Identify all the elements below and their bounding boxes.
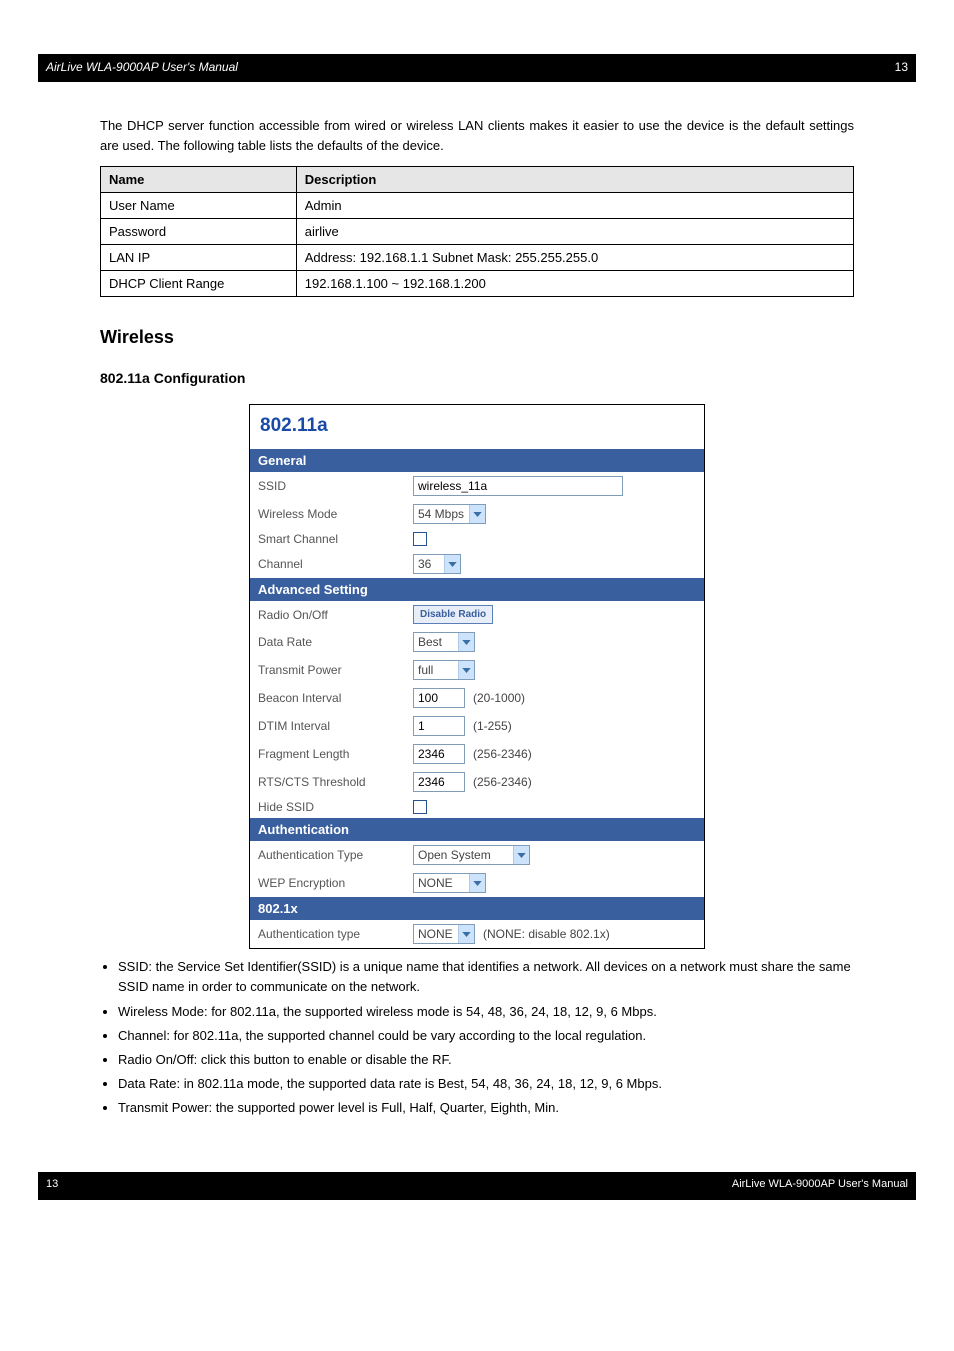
- txpower-label: Transmit Power: [258, 663, 413, 677]
- datarate-label: Data Rate: [258, 635, 413, 649]
- smartchan-label: Smart Channel: [258, 532, 413, 546]
- section-8021x: 802.1x: [250, 897, 704, 920]
- disable-radio-button[interactable]: Disable Radio: [413, 605, 493, 624]
- section-auth: Authentication: [250, 818, 704, 841]
- list-item: Channel: for 802.11a, the supported chan…: [118, 1026, 854, 1046]
- wep-select[interactable]: NONE: [413, 873, 486, 893]
- channel-label: Channel: [258, 557, 413, 571]
- intro-paragraph: The DHCP server function accessible from…: [100, 116, 854, 156]
- wep-label: WEP Encryption: [258, 876, 413, 890]
- chevron-down-icon: [513, 846, 529, 864]
- mode-select[interactable]: 54 Mbps: [413, 504, 486, 524]
- list-item: SSID: the Service Set Identifier(SSID) i…: [118, 957, 854, 997]
- hidessid-checkbox[interactable]: [413, 800, 427, 814]
- ssid-label: SSID: [258, 479, 413, 493]
- beacon-note: (20-1000): [473, 691, 525, 705]
- frag-label: Fragment Length: [258, 747, 413, 761]
- chevron-down-icon: [458, 633, 474, 651]
- rts-input[interactable]: [413, 772, 465, 792]
- txpower-select[interactable]: full: [413, 660, 475, 680]
- dot1x-authtype-label: Authentication type: [258, 927, 413, 941]
- authtype-select[interactable]: Open System: [413, 845, 530, 865]
- panel-title: 802.11a: [250, 405, 704, 449]
- dot1x-authtype-note: (NONE: disable 802.1x): [483, 927, 610, 941]
- datarate-select[interactable]: Best: [413, 632, 475, 652]
- heading-wireless: Wireless: [100, 327, 854, 348]
- dot1x-authtype-select[interactable]: NONE: [413, 924, 475, 944]
- list-item: Data Rate: in 802.11a mode, the supporte…: [118, 1074, 854, 1094]
- table-header-desc: Description: [296, 167, 853, 193]
- list-item: Radio On/Off: click this button to enabl…: [118, 1050, 854, 1070]
- table-row: Password airlive: [101, 219, 854, 245]
- chevron-down-icon: [458, 661, 474, 679]
- radio-label: Radio On/Off: [258, 608, 413, 622]
- rts-label: RTS/CTS Threshold: [258, 775, 413, 789]
- section-general: General: [250, 449, 704, 472]
- table-header-name: Name: [101, 167, 297, 193]
- table-row: User Name Admin: [101, 193, 854, 219]
- bottombar-left: 13: [46, 1178, 58, 1190]
- chevron-down-icon: [469, 874, 485, 892]
- frag-input[interactable]: [413, 744, 465, 764]
- mode-label: Wireless Mode: [258, 507, 413, 521]
- beacon-label: Beacon Interval: [258, 691, 413, 705]
- channel-select[interactable]: 36: [413, 554, 461, 574]
- smartchan-checkbox[interactable]: [413, 532, 427, 546]
- rts-note: (256-2346): [473, 775, 532, 789]
- ssid-input[interactable]: [413, 476, 623, 496]
- chevron-down-icon: [469, 505, 485, 523]
- dtim-label: DTIM Interval: [258, 719, 413, 733]
- authtype-label: Authentication Type: [258, 848, 413, 862]
- bottombar-right: AirLive WLA-9000AP User's Manual: [732, 1178, 908, 1190]
- chevron-down-icon: [458, 925, 474, 943]
- list-item: Wireless Mode: for 802.11a, the supporte…: [118, 1002, 854, 1022]
- config-panel: 802.11a General SSID Wireless Mode 54 Mb…: [249, 404, 705, 949]
- dtim-note: (1-255): [473, 719, 512, 733]
- dtim-input[interactable]: [413, 716, 465, 736]
- top-black-bar: AirLive WLA-9000AP User's Manual 13: [38, 54, 916, 82]
- frag-note: (256-2346): [473, 747, 532, 761]
- chevron-down-icon: [444, 555, 460, 573]
- topbar-right: 13: [895, 60, 908, 74]
- table-row: DHCP Client Range 192.168.1.100 ~ 192.16…: [101, 271, 854, 297]
- heading-80211a: 802.11a Configuration: [100, 370, 854, 386]
- list-item: Transmit Power: the supported power leve…: [118, 1098, 854, 1118]
- hidessid-label: Hide SSID: [258, 800, 413, 814]
- page-content: The DHCP server function accessible from…: [0, 82, 954, 1172]
- bullet-list: SSID: the Service Set Identifier(SSID) i…: [118, 957, 854, 1118]
- table-row: LAN IP Address: 192.168.1.1 Subnet Mask:…: [101, 245, 854, 271]
- defaults-table: Name Description User Name Admin Passwor…: [100, 166, 854, 297]
- topbar-left: AirLive WLA-9000AP User's Manual: [46, 60, 238, 74]
- beacon-input[interactable]: [413, 688, 465, 708]
- section-advanced: Advanced Setting: [250, 578, 704, 601]
- bottom-black-bar: 13 AirLive WLA-9000AP User's Manual: [38, 1172, 916, 1200]
